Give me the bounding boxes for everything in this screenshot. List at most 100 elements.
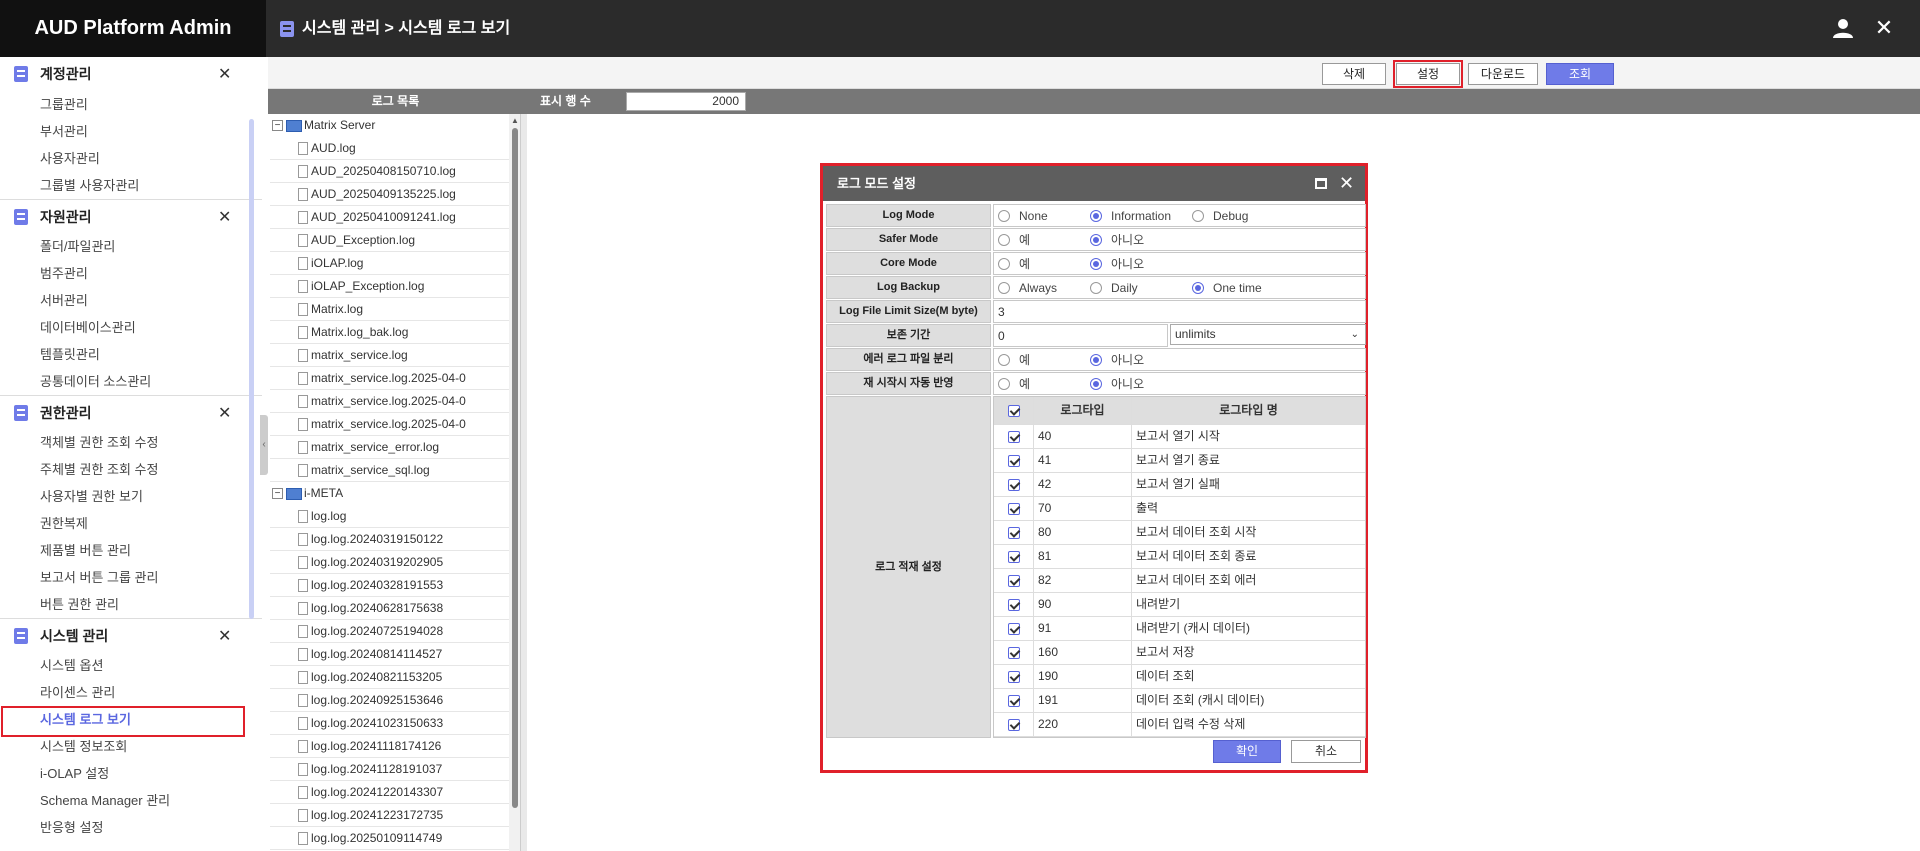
sidebar-item[interactable]: 반응형 설정 (0, 814, 262, 841)
sidebar-item[interactable]: 폴더/파일관리 (0, 233, 262, 260)
tree-file-item[interactable]: Matrix.log (270, 298, 520, 321)
logtype-checkbox[interactable] (1007, 430, 1020, 443)
logtype-checkbox[interactable] (1007, 622, 1020, 635)
search-button[interactable]: 조회 (1546, 63, 1614, 85)
tree-file-item[interactable]: log.log.20241220143307 (270, 781, 520, 804)
sidebar-section-header[interactable]: 자원관리 ✕ (0, 199, 262, 233)
collapse-icon[interactable]: ✕ (218, 64, 231, 84)
sidebar-item[interactable]: 제품별 버튼 관리 (0, 537, 262, 564)
logtype-checkbox[interactable] (1007, 454, 1020, 467)
tree-file-item[interactable]: log.log.20241128191037 (270, 758, 520, 781)
logtype-checkbox[interactable] (1007, 694, 1020, 707)
sidebar-section-header[interactable]: 시스템 관리 ✕ (0, 618, 262, 652)
tree-file-item[interactable]: log.log.20241023150633 (270, 712, 520, 735)
tree-server-node[interactable]: − i-META (270, 482, 520, 505)
sidebar-item[interactable]: 그룹별 사용자관리 (0, 172, 262, 199)
logtype-checkbox[interactable] (1007, 718, 1020, 731)
tree-file-item[interactable]: AUD_20250408150710.log (270, 160, 520, 183)
sidebar-item[interactable]: 시스템 로그 보기 (0, 706, 262, 737)
tree-file-item[interactable]: AUD_Exception.log (270, 229, 520, 252)
radio-option[interactable]: 아니오 (1090, 351, 1170, 368)
sidebar-item[interactable]: i-OLAP 설정 (0, 760, 262, 787)
logtype-checkbox[interactable] (1007, 646, 1020, 659)
tree-file-item[interactable]: log.log.20240328191553 (270, 574, 520, 597)
tree-file-item[interactable]: log.log.20240319202905 (270, 551, 520, 574)
download-button[interactable]: 다운로드 (1468, 63, 1538, 85)
sidebar-item[interactable]: Schema Manager 관리 (0, 787, 262, 814)
sidebar-item[interactable]: 시스템 옵션 (0, 652, 262, 679)
tree-file-item[interactable]: matrix_service.log (270, 344, 520, 367)
sidebar-item[interactable]: 그룹관리 (0, 91, 262, 118)
retention-unit-select[interactable]: unlimits ⌄ (1170, 324, 1366, 345)
radio-option[interactable]: 아니오 (1090, 255, 1170, 272)
sidebar-item[interactable]: 사용자관리 (0, 145, 262, 172)
radio-option[interactable]: 아니오 (1090, 375, 1170, 392)
maximize-icon[interactable] (1315, 178, 1327, 189)
sidebar-item[interactable]: 주체별 권한 조회 수정 (0, 456, 262, 483)
tree-file-item[interactable]: AUD.log (270, 137, 520, 160)
collapse-icon[interactable]: ✕ (218, 626, 231, 646)
tree-file-item[interactable]: iOLAP_Exception.log (270, 275, 520, 298)
radio-option[interactable]: 아니오 (1090, 231, 1170, 248)
sidebar-item[interactable]: 버튼 권한 관리 (0, 591, 262, 618)
tree-file-item[interactable]: matrix_service.log.2025-04-0 (270, 390, 520, 413)
collapse-toggle-icon[interactable]: − (272, 120, 283, 131)
logtype-checkbox[interactable] (1007, 478, 1020, 491)
tree-file-item[interactable]: log.log.20240319150122 (270, 528, 520, 551)
tree-file-item[interactable]: log.log.20241223172735 (270, 804, 520, 827)
file-limit-field[interactable]: 3 (993, 300, 1366, 323)
user-icon[interactable] (1832, 17, 1854, 39)
radio-option[interactable]: 예 (998, 351, 1086, 368)
collapse-toggle-icon[interactable]: − (272, 488, 283, 499)
select-all-checkbox[interactable] (1007, 404, 1020, 417)
logtype-checkbox[interactable] (1007, 526, 1020, 539)
sidebar-section-header[interactable]: 권한관리 ✕ (0, 395, 262, 429)
radio-option[interactable]: Information (1090, 209, 1188, 223)
collapse-icon[interactable]: ✕ (218, 403, 231, 423)
sidebar-item[interactable]: 객체별 권한 조회 수정 (0, 429, 262, 456)
sidebar-item[interactable]: 보고서 버튼 그룹 관리 (0, 564, 262, 591)
tree-file-item[interactable]: log.log.20240821153205 (270, 666, 520, 689)
radio-option[interactable]: 예 (998, 255, 1086, 272)
sidebar-item[interactable]: 권한복제 (0, 510, 262, 537)
sidebar-item[interactable]: 시스템 정보조회 (0, 733, 262, 760)
logtype-checkbox[interactable] (1007, 574, 1020, 587)
sidebar-item[interactable]: 데이터베이스관리 (0, 314, 262, 341)
tree-file-item[interactable]: iOLAP.log (270, 252, 520, 275)
tree-file-item[interactable]: matrix_service.log.2025-04-0 (270, 367, 520, 390)
tree-file-item[interactable]: log.log.20241118174126 (270, 735, 520, 758)
radio-option[interactable]: 예 (998, 231, 1086, 248)
tree-file-item[interactable]: log.log.20240628175638 (270, 597, 520, 620)
sidebar-item[interactable]: 템플릿관리 (0, 341, 262, 368)
radio-option[interactable]: Debug (1192, 209, 1272, 223)
tree-server-node[interactable]: − Matrix Server (270, 114, 520, 137)
collapse-icon[interactable]: ✕ (218, 207, 231, 227)
dialog-close-icon[interactable]: ✕ (1339, 166, 1354, 201)
sidebar-collapse-handle[interactable]: ‹ (260, 415, 268, 475)
sidebar-item[interactable]: 부서관리 (0, 118, 262, 145)
tree-file-item[interactable]: matrix_service_error.log (270, 436, 520, 459)
radio-option[interactable]: One time (1192, 281, 1292, 295)
tree-file-item[interactable]: matrix_service_sql.log (270, 459, 520, 482)
settings-button[interactable]: 설정 (1393, 60, 1463, 88)
sidebar-item[interactable]: 사용자별 권한 보기 (0, 483, 262, 510)
logtype-checkbox[interactable] (1007, 670, 1020, 683)
close-icon[interactable]: ✕ (1872, 14, 1896, 42)
cancel-button[interactable]: 취소 (1291, 740, 1361, 763)
radio-option[interactable]: Daily (1090, 281, 1188, 295)
retention-input[interactable]: 0 (993, 324, 1168, 347)
tree-file-item[interactable]: AUD_20250409135225.log (270, 183, 520, 206)
tree-file-item[interactable]: matrix_service.log.2025-04-0 (270, 413, 520, 436)
tree-file-item[interactable]: log.log.20250109114749 (270, 827, 520, 850)
rows-count-input[interactable]: 2000 (626, 92, 746, 111)
logtype-checkbox[interactable] (1007, 598, 1020, 611)
logtype-checkbox[interactable] (1007, 550, 1020, 563)
tree-file-item[interactable]: log.log.20240925153646 (270, 689, 520, 712)
radio-option[interactable]: None (998, 209, 1086, 223)
sidebar-section-header[interactable]: 계정관리 ✕ (0, 57, 262, 91)
sidebar-item[interactable]: 공통데이터 소스관리 (0, 368, 262, 395)
sidebar-item[interactable]: 범주관리 (0, 260, 262, 287)
sidebar-scrollbar[interactable] (249, 119, 254, 619)
tree-file-item[interactable]: Matrix.log_bak.log (270, 321, 520, 344)
logtype-checkbox[interactable] (1007, 502, 1020, 515)
